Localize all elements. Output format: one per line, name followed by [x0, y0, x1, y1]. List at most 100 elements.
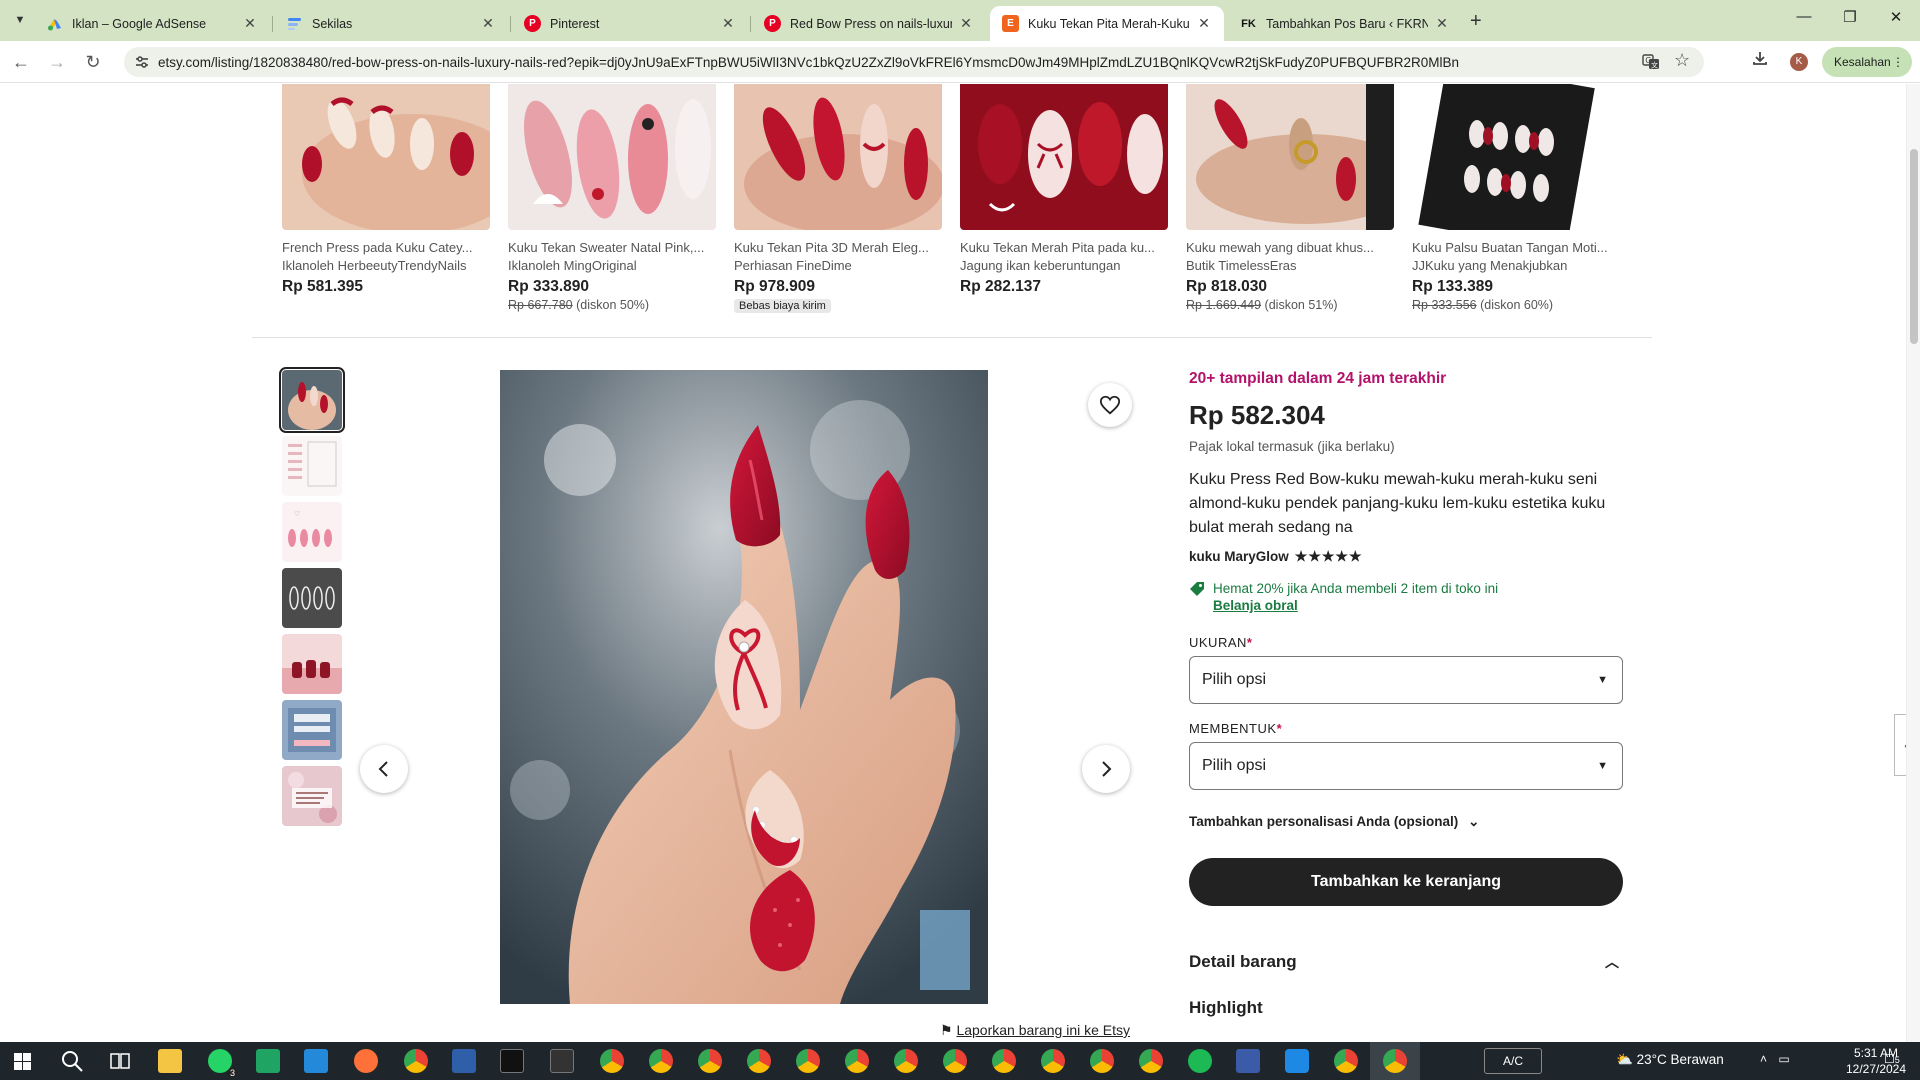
thumbnail-2[interactable] [282, 436, 342, 496]
close-icon[interactable]: ✕ [1434, 15, 1450, 32]
chrome-profile-icon[interactable] [992, 1049, 1016, 1073]
related-listing-card[interactable]: French Press pada Kuku Catey... Iklanole… [282, 84, 490, 296]
chrome-profile-icon[interactable] [649, 1049, 673, 1073]
chrome-profile-icon[interactable] [1090, 1049, 1114, 1073]
related-listing-image[interactable] [1186, 84, 1394, 230]
battery-icon[interactable]: ▭ [1778, 1052, 1789, 1066]
related-listing-title[interactable]: Kuku Tekan Pita 3D Merah Eleg... [734, 240, 942, 255]
sheets-icon[interactable] [256, 1049, 280, 1073]
system-tray[interactable]: ˄ ▭ [1760, 1052, 1790, 1066]
thumbnail-6[interactable] [282, 700, 342, 760]
spotify-icon[interactable] [1188, 1049, 1212, 1073]
windows-start-icon[interactable] [14, 1053, 31, 1070]
file-explorer-icon[interactable] [158, 1049, 182, 1073]
app-icon[interactable] [1285, 1049, 1309, 1073]
favorite-button[interactable] [1088, 383, 1132, 427]
shop-name-link[interactable]: kuku MaryGlow [1189, 549, 1289, 564]
cmd-icon[interactable] [500, 1049, 524, 1073]
new-tab-button[interactable]: + [1470, 10, 1482, 33]
tab-etsy-listing[interactable]: E Kuku Tekan Pita Merah-Kuku M ✕ [990, 6, 1224, 41]
clock[interactable]: 5:31 AM 12/27/2024 [1838, 1045, 1914, 1077]
back-icon[interactable]: ← [8, 50, 34, 74]
chrome-profile-icon[interactable] [747, 1049, 771, 1073]
related-listing-title[interactable]: Kuku Tekan Sweater Natal Pink,... [508, 240, 716, 255]
site-info-icon[interactable] [134, 54, 150, 70]
related-listing-image[interactable] [960, 84, 1168, 230]
chrome-profile-icon[interactable] [1139, 1049, 1163, 1073]
thumbnail-7[interactable] [282, 766, 342, 826]
search-icon[interactable] [60, 1049, 84, 1073]
task-view-icon[interactable] [108, 1049, 132, 1073]
error-chip-button[interactable]: Kesalahan ⋮ [1822, 47, 1912, 77]
close-icon[interactable]: ✕ [958, 15, 974, 32]
chevron-up-icon[interactable]: ˄ [1760, 1052, 1767, 1066]
chrome-icon[interactable] [404, 1049, 428, 1073]
tab-pinterest[interactable]: P Pinterest ✕ [512, 6, 748, 41]
thumbnail-1[interactable] [279, 367, 345, 433]
report-listing-link[interactable]: ⚑ Laporkan barang ini ke Etsy [940, 1022, 1130, 1039]
translate-icon[interactable]: G文 [1642, 53, 1660, 75]
thumbnail-5[interactable] [282, 634, 342, 694]
related-listing-image[interactable] [734, 84, 942, 230]
related-listing-image[interactable] [282, 84, 490, 230]
bookmark-star-icon[interactable]: ☆ [1674, 50, 1690, 71]
carousel-next-button[interactable] [1082, 745, 1130, 793]
carousel-prev-button[interactable] [360, 745, 408, 793]
chrome-profile-icon[interactable] [1041, 1049, 1065, 1073]
tab-search-button[interactable]: ▼ [8, 8, 32, 32]
close-window-icon[interactable]: ✕ [1876, 8, 1916, 26]
item-details-toggle[interactable]: Detail barang ︿ [1189, 952, 1623, 972]
close-icon[interactable]: ✕ [720, 15, 736, 32]
keyboard-indicator[interactable]: A/C [1484, 1048, 1542, 1074]
download-icon[interactable] [1752, 50, 1768, 71]
tab-red-bow-pinterest[interactable]: P Red Bow Press on nails-luxury n ✕ [752, 6, 986, 41]
close-icon[interactable]: ✕ [1196, 15, 1212, 32]
related-listing-card[interactable]: Kuku mewah yang dibuat khus... Butik Tim… [1186, 84, 1394, 312]
shape-select[interactable]: Pilih opsi ▼ [1189, 742, 1623, 790]
address-bar[interactable]: etsy.com/listing/1820838480/red-bow-pres… [124, 47, 1704, 77]
firefox-icon[interactable] [354, 1049, 378, 1073]
close-icon[interactable]: ✕ [242, 15, 258, 32]
chrome-profile-icon[interactable] [894, 1049, 918, 1073]
whatsapp-icon[interactable]: 3 [208, 1049, 238, 1078]
related-listing-card[interactable]: Kuku Palsu Buatan Tangan Moti... JJKuku … [1412, 84, 1620, 312]
chrome-profile-icon[interactable] [943, 1049, 967, 1073]
sale-link[interactable]: Belanja obral [1213, 598, 1498, 613]
thumbnail-4[interactable] [282, 568, 342, 628]
size-select[interactable]: Pilih opsi ▼ [1189, 656, 1623, 704]
powershell-icon[interactable] [452, 1049, 476, 1073]
related-listing-image[interactable] [1412, 84, 1620, 230]
tab-sekilas[interactable]: Sekilas ✕ [274, 6, 508, 41]
scroll-thumb[interactable] [1910, 149, 1918, 344]
add-to-cart-button[interactable]: Tambahkan ke keranjang [1189, 858, 1623, 906]
menu-dots-icon[interactable]: ⋮ [1892, 47, 1904, 77]
related-listing-title[interactable]: Kuku Tekan Merah Pita pada ku... [960, 240, 1168, 255]
chrome-profile-icon[interactable] [698, 1049, 722, 1073]
chrome-active-icon[interactable] [1383, 1049, 1407, 1073]
terminal-icon[interactable] [550, 1049, 574, 1073]
related-listing-image[interactable] [508, 84, 716, 230]
related-listing-title[interactable]: Kuku mewah yang dibuat khus... [1186, 240, 1394, 255]
main-product-image[interactable] [500, 370, 988, 1004]
related-listing-title[interactable]: French Press pada Kuku Catey... [282, 240, 490, 255]
reload-icon[interactable]: ↻ [80, 50, 106, 74]
personalization-toggle[interactable]: Tambahkan personalisasi Anda (opsional) … [1189, 814, 1623, 830]
chrome-profile-icon[interactable] [600, 1049, 624, 1073]
restore-icon[interactable]: ❐ [1830, 8, 1870, 26]
related-listing-title[interactable]: Kuku Palsu Buatan Tangan Moti... [1412, 240, 1620, 255]
minimize-icon[interactable]: — [1784, 8, 1824, 25]
forward-icon[interactable]: → [44, 50, 70, 74]
tab-fkrny[interactable]: FK Tambahkan Pos Baru ‹ FKRNY – ✕ [1228, 6, 1462, 41]
chrome-profile-icon[interactable] [1334, 1049, 1358, 1073]
related-listing-card[interactable]: Kuku Tekan Merah Pita pada ku... Jagung … [960, 84, 1168, 296]
page-scrollbar[interactable] [1906, 84, 1920, 1042]
chrome-profile-icon[interactable] [796, 1049, 820, 1073]
tab-adsense[interactable]: Iklan – Google AdSense ✕ [34, 6, 270, 41]
vscode-icon[interactable] [304, 1049, 328, 1073]
thumbnail-3[interactable]: ♡ [282, 502, 342, 562]
close-icon[interactable]: ✕ [480, 15, 496, 32]
notification-icon[interactable]: ☐5 [1884, 1052, 1900, 1066]
app-icon[interactable] [1236, 1049, 1260, 1073]
chrome-profile-icon[interactable] [845, 1049, 869, 1073]
profile-avatar[interactable]: K [1790, 53, 1808, 71]
